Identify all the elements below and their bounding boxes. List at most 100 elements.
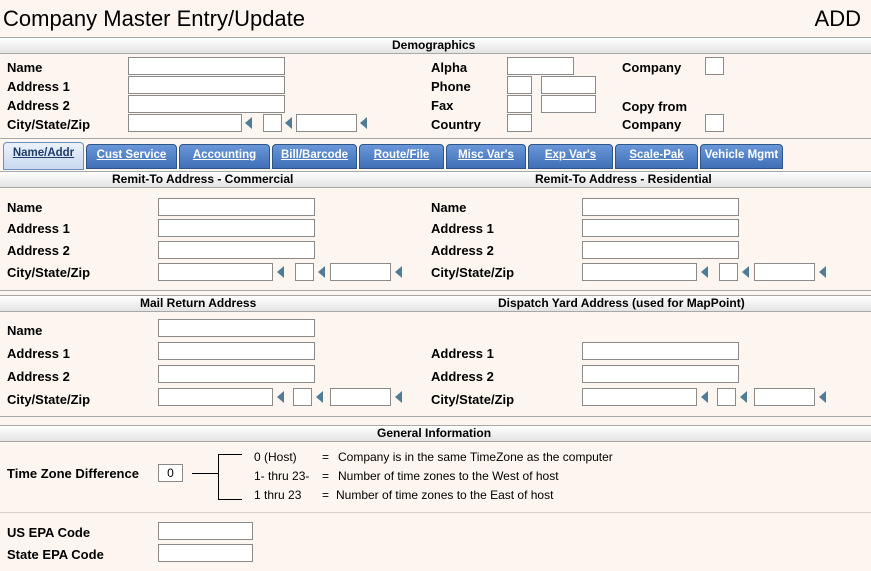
country-field[interactable]: [507, 114, 532, 132]
mode-indicator: ADD: [814, 6, 861, 31]
dispatch-address1-label: Address 1: [431, 346, 494, 361]
fax-label: Fax: [431, 98, 454, 113]
mail-name-field[interactable]: [158, 319, 315, 337]
tab-accounting[interactable]: Accounting: [179, 144, 270, 169]
general-header: General Information: [0, 425, 871, 442]
tz-connector: [192, 473, 218, 474]
country-label: Country: [431, 117, 481, 132]
mail-name-label: Name: [7, 323, 43, 338]
city-lookup-icon[interactable]: [245, 117, 252, 129]
fax-number-field[interactable]: [541, 95, 596, 113]
remit-comm-state-field[interactable]: [295, 263, 314, 281]
tab-name-addr[interactable]: Name/Addr: [3, 142, 84, 170]
remit-comm-state-lookup-icon[interactable]: [318, 266, 325, 278]
mail-state-lookup-icon[interactable]: [316, 391, 323, 403]
remit-res-city-lookup-icon[interactable]: [701, 266, 708, 278]
copy-company-label: Company: [622, 117, 682, 132]
remit-comm-zip-lookup-icon[interactable]: [395, 266, 402, 278]
remit-comm-name-field[interactable]: [158, 198, 315, 216]
remit-res-csz-label: City/State/Zip: [431, 265, 515, 280]
tz-note-code: 0 (Host): [254, 450, 297, 464]
remit-comm-address1-field[interactable]: [158, 219, 315, 237]
name-label: Name: [7, 60, 43, 75]
tz-note-eq: =: [322, 450, 330, 464]
tz-note-desc: Number of time zones to the East of host: [336, 488, 554, 502]
zip-lookup-icon[interactable]: [360, 117, 367, 129]
remit-comm-city-field[interactable]: [158, 263, 273, 281]
remit-res-address2-label: Address 2: [431, 243, 494, 258]
tz-note-code: 1- thru 23-: [254, 469, 310, 483]
remit-comm-zip-field[interactable]: [330, 263, 391, 281]
tz-bracket-bottom: [218, 499, 242, 500]
state-epa-field[interactable]: [158, 544, 253, 562]
dispatch-city-field[interactable]: [582, 388, 697, 406]
tab-scale-pak[interactable]: Scale-Pak: [615, 144, 698, 169]
dispatch-state-field[interactable]: [717, 388, 736, 406]
tab-cust-service[interactable]: Cust Service: [86, 144, 177, 169]
fax-area-field[interactable]: [507, 95, 532, 113]
phone-number-field[interactable]: [541, 76, 596, 94]
remit-res-state-lookup-icon[interactable]: [742, 266, 749, 278]
address1-field[interactable]: [128, 76, 285, 94]
remit-comm-name-label: Name: [7, 200, 43, 215]
remit-res-city-field[interactable]: [582, 263, 697, 281]
mail-address1-field[interactable]: [158, 342, 315, 360]
tab-exp-vars[interactable]: Exp Var's: [528, 144, 613, 169]
dispatch-zip-field[interactable]: [754, 388, 815, 406]
tz-bracket: [218, 454, 219, 500]
remit-res-address1-label: Address 1: [431, 221, 494, 236]
remit-comm-address1-label: Address 1: [7, 221, 70, 236]
remit-res-zip-field[interactable]: [754, 263, 815, 281]
page-title: Company Master Entry/Update: [3, 6, 306, 31]
dispatch-city-lookup-icon[interactable]: [701, 391, 708, 403]
tz-field[interactable]: 0: [158, 464, 183, 482]
remit-res-zip-lookup-icon[interactable]: [819, 266, 826, 278]
city-state-zip-label: City/State/Zip: [7, 117, 91, 132]
phone-area-field[interactable]: [507, 76, 532, 94]
dispatch-address2-field[interactable]: [582, 365, 739, 383]
remit-comm-address2-label: Address 2: [7, 243, 70, 258]
mail-zip-lookup-icon[interactable]: [395, 391, 402, 403]
dispatch-state-lookup-icon[interactable]: [740, 391, 747, 403]
mail-city-field[interactable]: [158, 388, 273, 406]
dispatch-zip-lookup-icon[interactable]: [819, 391, 826, 403]
mail-city-lookup-icon[interactable]: [277, 391, 284, 403]
copy-from-label: Copy from: [622, 99, 687, 114]
state-lookup-icon[interactable]: [285, 117, 292, 129]
remit-res-name-field[interactable]: [582, 198, 739, 216]
tz-note-eq: =: [322, 488, 330, 502]
alpha-label: Alpha: [431, 60, 468, 75]
us-epa-field[interactable]: [158, 522, 253, 540]
city-field[interactable]: [128, 114, 242, 132]
mail-state-field[interactable]: [293, 388, 312, 406]
tz-note-desc: Company is in the same TimeZone as the c…: [338, 450, 613, 464]
dispatch-address1-field[interactable]: [582, 342, 739, 360]
tab-vehicle-mgmt[interactable]: Vehicle Mgmt: [700, 144, 783, 169]
remit-res-address2-field[interactable]: [582, 241, 739, 259]
address2-field[interactable]: [128, 95, 285, 113]
tab-misc-vars[interactable]: Misc Var's: [446, 144, 526, 169]
mail-address1-label: Address 1: [7, 346, 70, 361]
tab-route-file[interactable]: Route/File: [359, 144, 444, 169]
mail-csz-label: City/State/Zip: [7, 392, 91, 407]
remit-res-state-field[interactable]: [719, 263, 738, 281]
remit-res-address1-field[interactable]: [582, 219, 739, 237]
name-field[interactable]: [128, 57, 285, 75]
remit-comm-city-lookup-icon[interactable]: [277, 266, 284, 278]
tz-note-eq: =: [322, 469, 330, 483]
copy-company-field[interactable]: [705, 114, 724, 132]
zip-field[interactable]: [296, 114, 357, 132]
dispatch-address2-label: Address 2: [431, 369, 494, 384]
tz-label: Time Zone Difference: [7, 466, 139, 481]
company-field[interactable]: [705, 57, 724, 75]
mail-header: Mail Return Address Dispatch Yard Addres…: [0, 295, 871, 312]
alpha-field[interactable]: [507, 57, 574, 75]
tz-bracket-top: [218, 454, 242, 455]
mail-address2-field[interactable]: [158, 365, 315, 383]
state-field[interactable]: [263, 114, 282, 132]
mail-zip-field[interactable]: [330, 388, 391, 406]
tab-bill-barcode[interactable]: Bill/Barcode: [272, 144, 357, 169]
address1-label: Address 1: [7, 79, 70, 94]
remit-comm-address2-field[interactable]: [158, 241, 315, 259]
company-label: Company: [622, 60, 682, 75]
